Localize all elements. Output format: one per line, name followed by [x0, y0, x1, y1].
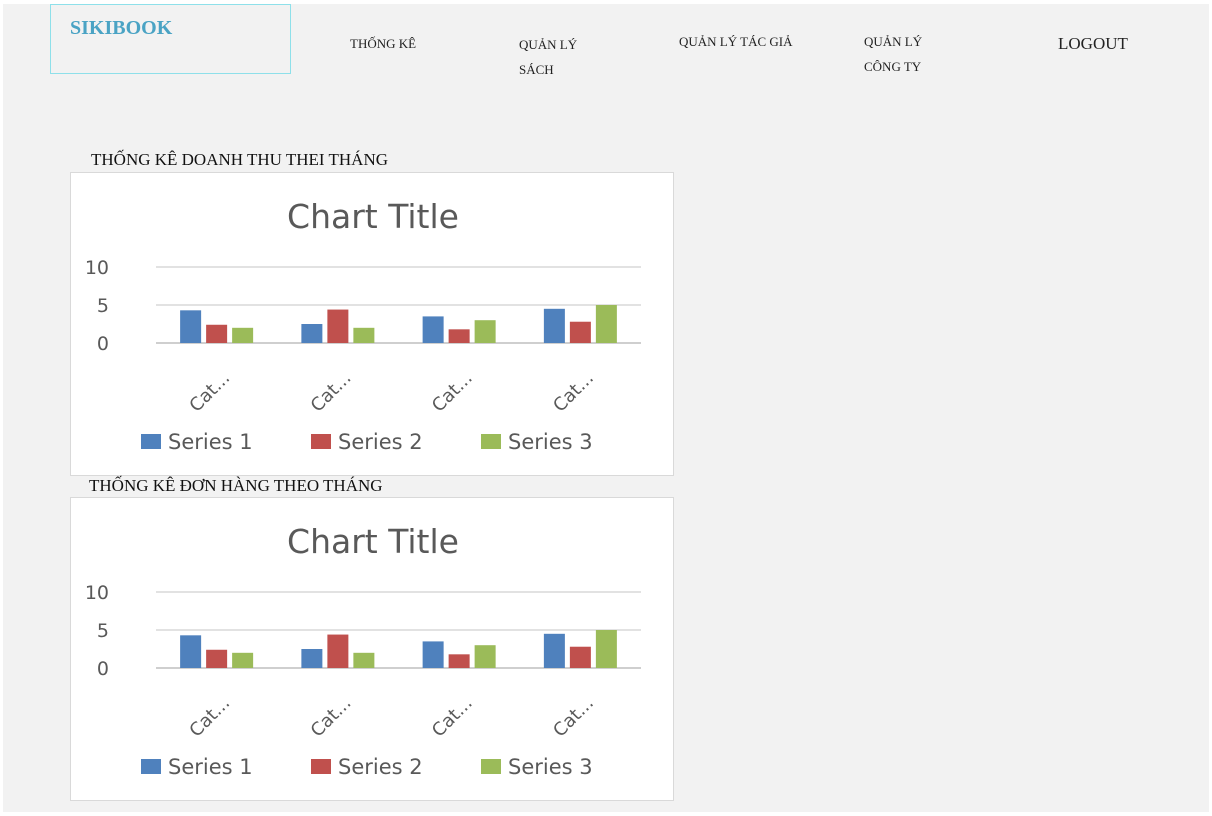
- bar: [180, 635, 202, 668]
- bar: [301, 324, 323, 343]
- bar: [180, 310, 202, 343]
- bar: [301, 649, 323, 668]
- bar: [206, 649, 228, 668]
- legend-label: Series 3: [508, 430, 593, 454]
- bar: [543, 633, 565, 668]
- category-label: Cat...: [307, 693, 356, 742]
- legend-swatch: [481, 434, 501, 449]
- revenue-chart: Chart Title 0 5 10 Cat... Cat... Cat... Cat... S…: [70, 172, 674, 476]
- bar: [543, 308, 565, 343]
- bar: [353, 327, 375, 343]
- bar: [232, 327, 254, 343]
- chart-title: Chart Title: [287, 197, 459, 236]
- legend-label: Series 1: [168, 430, 253, 454]
- nav-quan-ly-sach[interactable]: QUẢN LÝ SÁCH: [519, 32, 589, 76]
- y-tick-label: 5: [97, 295, 109, 317]
- page-background: SIKIBOOK THỐNG KÊ QUẢN LÝ SÁCH QUẢN LÝ T…: [3, 4, 1209, 812]
- orders-chart: Chart Title 0 5 10 Cat... Cat... Cat... Cat... S…: [70, 497, 674, 801]
- category-label: Cat...: [428, 693, 477, 742]
- legend-label: Series 2: [338, 755, 423, 779]
- nav-thong-ke[interactable]: THỐNG KÊ: [350, 31, 450, 56]
- bar: [569, 646, 591, 668]
- bar: [474, 645, 496, 668]
- chart-title: Chart Title: [287, 522, 459, 561]
- nav-quan-ly-cong-ty[interactable]: QUẢN LÝ CÔNG TY: [864, 29, 944, 73]
- category-label: Cat...: [549, 368, 598, 417]
- legend-swatch: [141, 434, 161, 449]
- legend-swatch: [141, 759, 161, 774]
- category-label: Cat...: [185, 368, 234, 417]
- legend-label: Series 2: [338, 430, 423, 454]
- bar: [327, 309, 349, 343]
- legend-label: Series 1: [168, 755, 253, 779]
- bar: [422, 316, 444, 343]
- logo-box[interactable]: SIKIBOOK: [50, 4, 291, 74]
- y-tick-label: 0: [97, 658, 109, 680]
- orders-chart-svg: Chart Title0510Cat... Cat... Cat... Cat...S…: [85, 522, 641, 779]
- logo[interactable]: SIKIBOOK: [70, 17, 172, 40]
- bar: [353, 652, 375, 668]
- nav-quan-ly-tac-gia[interactable]: QUẢN LÝ TÁC GIẢ: [679, 29, 794, 73]
- logout-button[interactable]: LOGOUT: [1058, 32, 1148, 58]
- bar: [327, 634, 349, 668]
- bar: [569, 321, 591, 343]
- revenue-chart-svg: Chart Title0510Cat... Cat... Cat... Cat...S…: [85, 197, 641, 454]
- section-title-orders: THỐNG KÊ ĐƠN HÀNG THEO THÁNG: [89, 476, 383, 495]
- category-label: Cat...: [428, 368, 477, 417]
- legend-swatch: [481, 759, 501, 774]
- bar: [448, 654, 470, 668]
- bar: [448, 329, 470, 343]
- y-tick-label: 5: [97, 620, 109, 642]
- bar: [474, 320, 496, 343]
- legend-swatch: [311, 759, 331, 774]
- legend-swatch: [311, 434, 331, 449]
- y-tick-label: 10: [85, 582, 109, 604]
- category-label: Cat...: [549, 693, 598, 742]
- bar: [232, 652, 254, 668]
- y-tick-label: 10: [85, 257, 109, 279]
- y-tick-label: 0: [97, 333, 109, 355]
- category-label: Cat...: [307, 368, 356, 417]
- legend-label: Series 3: [508, 755, 593, 779]
- bar: [595, 305, 617, 343]
- section-title-revenue: THỐNG KÊ DOANH THU THEI THÁNG: [91, 150, 389, 169]
- bar: [422, 641, 444, 668]
- category-label: Cat...: [185, 693, 234, 742]
- bar: [595, 630, 617, 668]
- bar: [206, 324, 228, 343]
